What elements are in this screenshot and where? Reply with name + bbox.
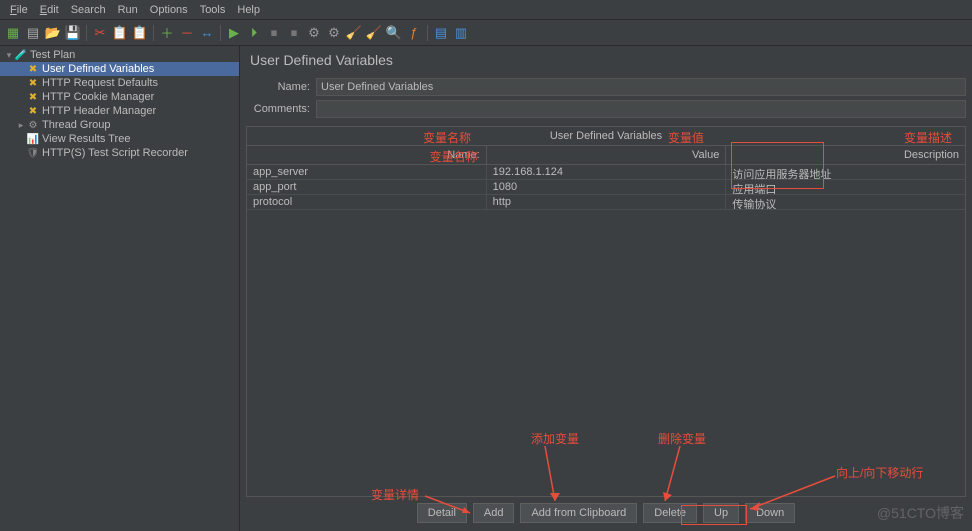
- comments-row: Comments:: [246, 100, 966, 118]
- minus-icon[interactable]: －: [178, 24, 196, 42]
- menu-file[interactable]: FFileile: [4, 2, 34, 18]
- wrench-icon: ✖: [26, 105, 40, 117]
- table-row[interactable]: app_server 192.168.1.124 访问应用服务器地址: [247, 165, 965, 180]
- name-input[interactable]: [316, 78, 966, 96]
- clear-icon[interactable]: 🧹: [345, 24, 363, 42]
- tree-label: User Defined Variables: [42, 63, 154, 75]
- separator: [220, 25, 221, 41]
- main-panel: User Defined Variables Name: Comments: U…: [240, 46, 972, 531]
- gear-stop-icon[interactable]: ⚙: [325, 24, 343, 42]
- cut-icon[interactable]: ✂: [91, 24, 109, 42]
- content-area: ▾ 🧪 Test Plan ✖ User Defined Variables ✖…: [0, 46, 972, 531]
- chevron-right-icon[interactable]: ▸: [16, 120, 26, 131]
- clear-all-icon[interactable]: 🧹: [365, 24, 383, 42]
- separator: [153, 25, 154, 41]
- tree-label: HTTP Request Defaults: [42, 77, 158, 89]
- delete-button[interactable]: Delete: [643, 503, 697, 523]
- paste-icon[interactable]: 📋: [131, 24, 149, 42]
- name-row: Name:: [246, 78, 966, 96]
- cell-desc[interactable]: 访问应用服务器地址: [726, 165, 965, 179]
- variables-table: User Defined Variables Name: 变量名称 Value …: [246, 126, 966, 497]
- toolbar: ▦ ▤ 📂 💾 ✂ 📋 📋 ＋ － ↔ ▶ ⏵ ⏹ ⏹ ⚙ ⚙ 🧹 🧹 🔍 ƒ …: [0, 20, 972, 46]
- tree-item-test-script-recorder[interactable]: 🛡 HTTP(S) Test Script Recorder: [0, 146, 239, 160]
- th-name[interactable]: Name: 变量名称: [247, 146, 487, 164]
- tree-item-view-results-tree[interactable]: 📊 View Results Tree: [0, 132, 239, 146]
- start-no-timers-icon[interactable]: ⏵: [245, 24, 263, 42]
- th-description[interactable]: Description: [726, 146, 965, 164]
- page-title: User Defined Variables: [246, 52, 966, 68]
- tree-item-user-defined-variables[interactable]: ✖ User Defined Variables: [0, 62, 239, 76]
- templates-icon[interactable]: ▤: [24, 24, 42, 42]
- copy-icon[interactable]: 📋: [111, 24, 129, 42]
- tree-root[interactable]: ▾ 🧪 Test Plan: [0, 48, 239, 62]
- tree-item-http-cookie-manager[interactable]: ✖ HTTP Cookie Manager: [0, 90, 239, 104]
- wrench-icon: ✖: [26, 63, 40, 75]
- button-bar: Detail Add Add from Clipboard Delete Up …: [246, 497, 966, 525]
- menubar: FFileile Edit Search Run Options Tools H…: [0, 0, 972, 20]
- table-caption: User Defined Variables: [247, 127, 965, 146]
- comments-input[interactable]: [316, 100, 966, 118]
- save-icon[interactable]: 💾: [64, 24, 82, 42]
- cell-name[interactable]: app_port: [247, 180, 487, 194]
- open-icon[interactable]: 📂: [44, 24, 62, 42]
- tree-item-http-request-defaults[interactable]: ✖ HTTP Request Defaults: [0, 76, 239, 90]
- search-icon[interactable]: 🔍: [385, 24, 403, 42]
- tree-label: View Results Tree: [42, 133, 130, 145]
- cell-value[interactable]: 1080: [487, 180, 727, 194]
- watermark: @51CTO博客: [877, 503, 964, 523]
- tree-label: HTTP(S) Test Script Recorder: [42, 147, 188, 159]
- tree-label: HTTP Cookie Manager: [42, 91, 154, 103]
- add-from-clipboard-button[interactable]: Add from Clipboard: [520, 503, 637, 523]
- add-button[interactable]: Add: [473, 503, 515, 523]
- menu-search[interactable]: Search: [65, 2, 112, 18]
- tree-label: Test Plan: [30, 49, 75, 61]
- plus-icon[interactable]: ＋: [158, 24, 176, 42]
- cell-value[interactable]: 192.168.1.124: [487, 165, 727, 179]
- menu-tools[interactable]: Tools: [194, 2, 232, 18]
- new-icon[interactable]: ▦: [4, 24, 22, 42]
- tree-item-http-header-manager[interactable]: ✖ HTTP Header Manager: [0, 104, 239, 118]
- down-button[interactable]: Down: [745, 503, 795, 523]
- menu-options[interactable]: Options: [144, 2, 194, 18]
- tree-panel: ▾ 🧪 Test Plan ✖ User Defined Variables ✖…: [0, 46, 240, 531]
- cell-name[interactable]: app_server: [247, 165, 487, 179]
- cell-name[interactable]: protocol: [247, 195, 487, 209]
- shield-icon: 🛡: [26, 147, 40, 159]
- separator: [427, 25, 428, 41]
- wrench-icon: ✖: [26, 91, 40, 103]
- stop-icon[interactable]: ⏹: [265, 24, 283, 42]
- table-row[interactable]: protocol http 传输协议: [247, 195, 965, 210]
- table-body: app_server 192.168.1.124 访问应用服务器地址 app_p…: [247, 165, 965, 496]
- chevron-down-icon[interactable]: ▾: [4, 50, 14, 61]
- tree-label: Thread Group: [42, 119, 110, 131]
- table-header: Name: 变量名称 Value Description: [247, 146, 965, 165]
- gear-icon[interactable]: ⚙: [305, 24, 323, 42]
- shutdown-icon[interactable]: ⏹: [285, 24, 303, 42]
- help-icon[interactable]: ▤: [432, 24, 450, 42]
- tree-item-thread-group[interactable]: ▸ ⚙ Thread Group: [0, 118, 239, 132]
- gear-icon: ⚙: [26, 119, 40, 131]
- tree-label: HTTP Header Manager: [42, 105, 156, 117]
- menu-help[interactable]: Help: [231, 2, 266, 18]
- up-button[interactable]: Up: [703, 503, 739, 523]
- cell-desc[interactable]: 应用端口: [726, 180, 965, 194]
- cell-value[interactable]: http: [487, 195, 727, 209]
- comments-label: Comments:: [246, 103, 316, 115]
- toggle-icon[interactable]: ↔: [198, 24, 216, 42]
- name-label: Name:: [246, 81, 316, 93]
- flask-icon: 🧪: [14, 49, 28, 61]
- menu-edit[interactable]: Edit: [34, 2, 65, 18]
- detail-button[interactable]: Detail: [417, 503, 467, 523]
- function-icon[interactable]: ƒ: [405, 24, 423, 42]
- chart-icon: 📊: [26, 133, 40, 145]
- cell-desc[interactable]: 传输协议: [726, 195, 965, 209]
- separator: [86, 25, 87, 41]
- th-value[interactable]: Value: [487, 146, 727, 164]
- template-icon[interactable]: ▥: [452, 24, 470, 42]
- menu-run[interactable]: Run: [112, 2, 144, 18]
- wrench-icon: ✖: [26, 77, 40, 89]
- start-icon[interactable]: ▶: [225, 24, 243, 42]
- table-row[interactable]: app_port 1080 应用端口: [247, 180, 965, 195]
